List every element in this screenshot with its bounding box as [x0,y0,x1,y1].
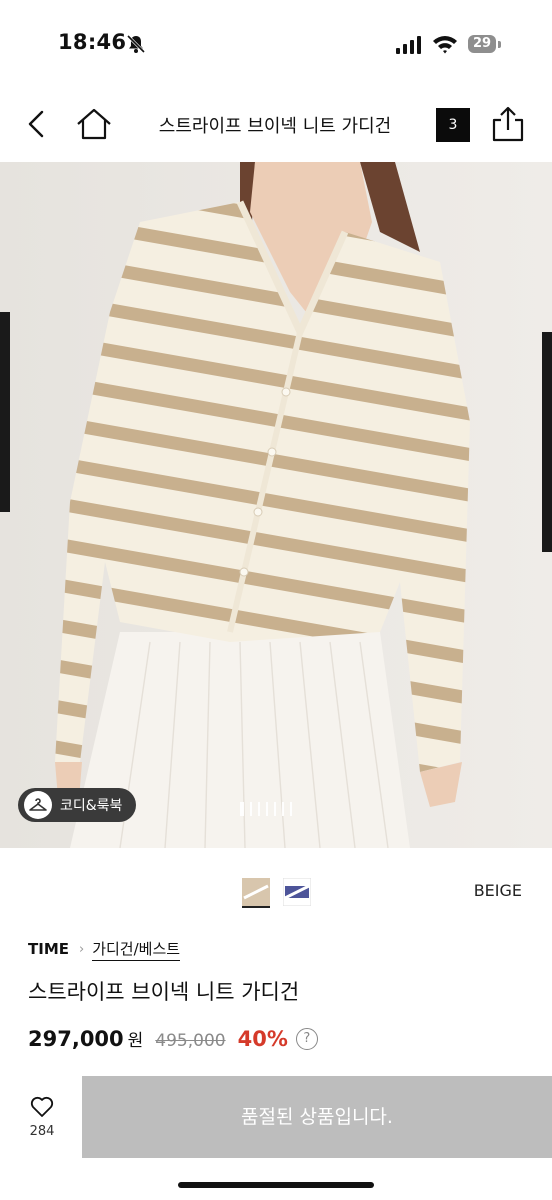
like-button[interactable]: 284 [18,1096,66,1139]
swatch-navy[interactable] [283,878,311,906]
selected-color-label: BEIGE [473,881,522,900]
discount-rate: 40% [237,1027,288,1051]
home-icon[interactable] [72,102,116,146]
pager-dot [258,802,260,816]
status-time: 18:46 [58,30,127,54]
category-link[interactable]: 가디건/베스트 [92,938,181,961]
currency-unit: 원 [127,1031,144,1051]
share-icon[interactable] [488,104,528,144]
breadcrumb: TIME › 가디건/베스트 [28,936,181,962]
pager-dot [266,802,268,816]
chevron-right-icon: › [79,941,85,957]
brand-name[interactable]: TIME [28,940,69,958]
product-name: 스트라이프 브이넥 니트 가디건 [28,980,300,1004]
heart-icon [30,1096,54,1117]
coordi-label: 코디&룩북 [60,798,123,814]
product-image-carousel[interactable]: 코디&룩북 [0,162,552,848]
battery-level: 29 [472,36,492,51]
sale-price: 297,000 [28,1027,124,1051]
product-photo [0,162,552,848]
color-options: BEIGE [0,870,552,920]
image-pager [240,802,292,816]
bottom-action-bar: 284 품절된 상품입니다. [0,1076,552,1160]
like-count: 284 [29,1124,55,1139]
pager-dot [250,802,252,816]
help-icon[interactable]: ? [295,1027,318,1050]
soldout-button[interactable]: 품절된 상품입니다. [82,1076,552,1158]
status-bar: 18:46 29 [0,0,552,90]
home-indicator [178,1182,374,1188]
pager-dot [282,802,284,816]
battery-icon: 29 [468,35,502,55]
cellular-signal-icon [396,36,421,54]
wifi-icon [433,36,457,54]
pager-dot [274,802,276,816]
top-nav: 스트라이프 브이넥 니트 가디건 3 [0,90,552,162]
price-row: 297,000 원 495,000 40% ? [28,1026,318,1051]
hanger-icon [24,791,52,819]
pager-dot [240,802,244,816]
original-price: 495,000 [155,1031,226,1051]
pager-dot [290,802,292,816]
page-title: 스트라이프 브이넥 니트 가디건 [158,116,392,137]
bell-off-icon [126,34,146,54]
coordi-lookbook-button[interactable]: 코디&룩북 [18,788,137,822]
cart-count-badge[interactable]: 3 [436,108,470,142]
back-button[interactable] [18,104,58,144]
swatch-beige[interactable] [242,878,270,908]
